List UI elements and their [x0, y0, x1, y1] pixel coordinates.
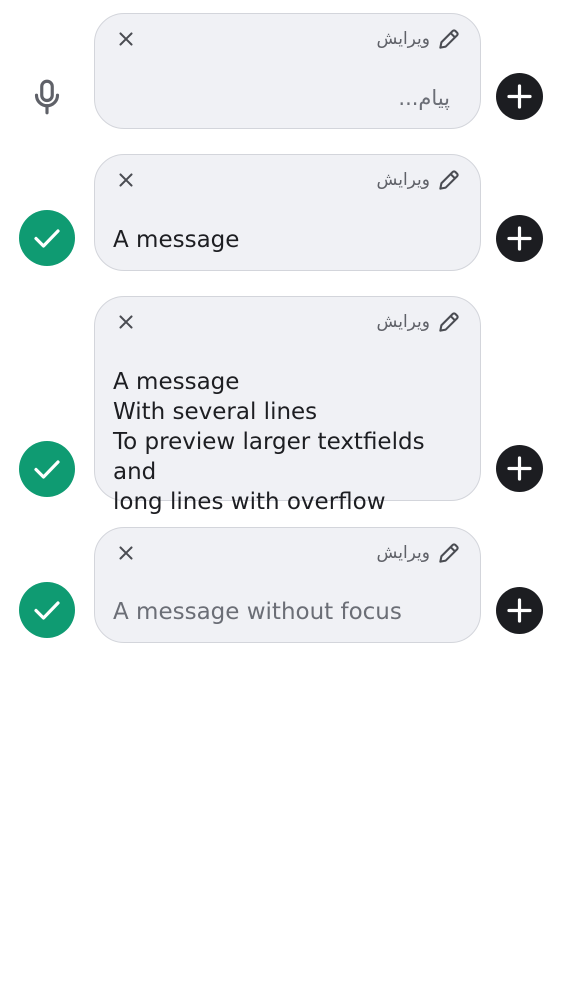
- edit-badge[interactable]: ویرایش: [377, 309, 462, 335]
- message-input[interactable]: A message without focus: [113, 597, 462, 627]
- edit-badge[interactable]: ویرایش: [377, 26, 462, 52]
- close-icon[interactable]: [115, 28, 137, 50]
- send-button[interactable]: [19, 210, 75, 266]
- add-button[interactable]: [496, 445, 543, 492]
- pencil-icon: [439, 312, 459, 332]
- message-composer: ویرایش A message: [94, 154, 481, 271]
- check-icon: [34, 601, 60, 620]
- send-button[interactable]: [19, 441, 75, 497]
- edit-badge[interactable]: ویرایش: [377, 167, 462, 193]
- message-input[interactable]: A message: [113, 225, 462, 255]
- close-icon[interactable]: [115, 542, 137, 564]
- check-icon: [34, 460, 60, 479]
- edit-label: ویرایش: [376, 312, 430, 332]
- mic-icon: [34, 79, 60, 115]
- edit-label: ویرایش: [376, 543, 430, 563]
- close-icon[interactable]: [115, 169, 137, 191]
- pencil-icon: [439, 543, 459, 563]
- add-button[interactable]: [496, 215, 543, 262]
- message-composer: ویرایش A message without focus: [94, 527, 481, 643]
- pencil-icon: [439, 170, 459, 190]
- plus-icon: [507, 226, 532, 251]
- edit-label: ویرایش: [376, 170, 430, 190]
- plus-icon: [507, 456, 532, 481]
- edit-label: ویرایش: [376, 29, 430, 49]
- message-composer: ویرایش پیام...: [94, 13, 481, 129]
- send-button[interactable]: [19, 582, 75, 638]
- message-composer: ویرایش A message With several lines To p…: [94, 296, 481, 515]
- check-icon: [34, 229, 60, 248]
- add-button[interactable]: [496, 73, 543, 120]
- add-button[interactable]: [496, 587, 543, 634]
- pencil-icon: [439, 29, 459, 49]
- mic-button[interactable]: [26, 76, 68, 118]
- plus-icon: [507, 84, 532, 109]
- message-input[interactable]: A message With several lines To preview …: [113, 367, 462, 517]
- edit-badge[interactable]: ویرایش: [377, 540, 462, 566]
- close-icon[interactable]: [115, 311, 137, 333]
- message-input[interactable]: پیام...: [398, 86, 450, 110]
- plus-icon: [507, 598, 532, 623]
